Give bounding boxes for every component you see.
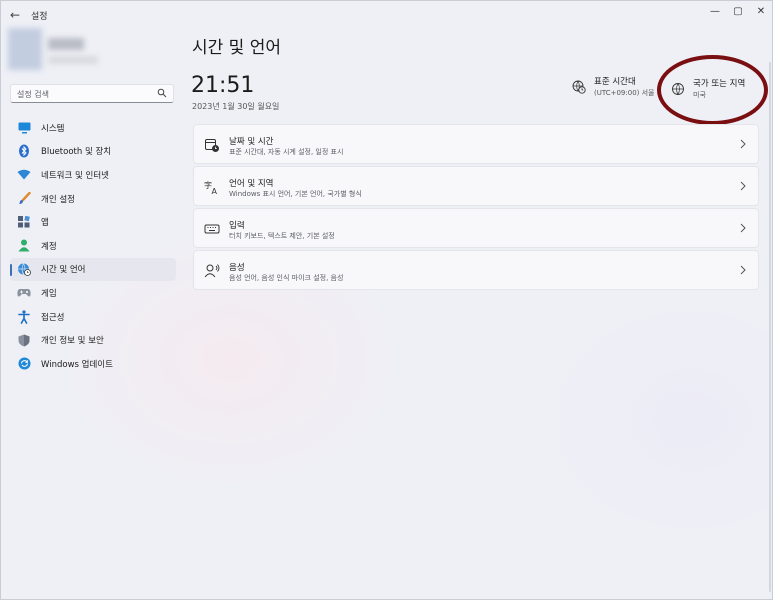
minimize-button[interactable]: — [703,3,727,21]
person-icon [16,238,32,254]
sidebar-item-network[interactable]: 네트워크 및 인터넷 [10,163,176,187]
sidebar-item-label: 개인 설정 [41,194,75,205]
sidebar-item-accounts[interactable]: 계정 [10,234,176,258]
sidebar-item-personalization[interactable]: 개인 설정 [10,187,176,211]
brush-icon [16,191,32,207]
monitor-icon [16,120,32,136]
sidebar-item-label: 계정 [41,241,57,252]
card-subtitle: 음성 언어, 음성 인식 마이크 설정, 음성 [229,274,344,282]
sidebar-item-label: 시간 및 언어 [41,265,86,276]
user-profile[interactable] [8,28,100,72]
settings-cards: 날짜 및 시간 표준 시간대, 자동 시계 설정, 일정 표시 字 A 언어 및… [193,124,759,292]
app-title: 설정 [31,12,48,22]
avatar [8,28,42,70]
sidebar-item-label: 시스템 [41,123,65,134]
sidebar-item-apps[interactable]: 앱 [10,210,176,234]
maximize-button[interactable]: ▢ [726,3,750,21]
scrollbar[interactable] [769,62,771,592]
search-input[interactable] [17,88,157,100]
shield-icon [16,332,32,348]
chevron-right-icon [740,265,746,275]
sidebar-item-label: 네트워크 및 인터넷 [41,170,109,181]
title-bar: ← 설정 — ▢ ✕ [0,0,773,30]
globe-clock-icon [572,80,586,94]
globe-clock-icon [16,261,32,277]
bluetooth-icon [16,143,32,159]
sidebar-item-time-language[interactable]: 시간 및 언어 [10,257,176,282]
card-language-region[interactable]: 字 A 언어 및 지역 Windows 표시 언어, 기본 언어, 국가별 형식 [193,166,759,206]
back-button[interactable]: ← [6,7,24,23]
sidebar-item-label: 접근성 [41,312,65,323]
back-arrow-icon: ← [9,8,21,22]
accessibility-icon [16,309,32,325]
card-subtitle: Windows 표시 언어, 기본 언어, 국가별 형식 [229,190,362,198]
chevron-right-icon [740,139,746,149]
sidebar-item-label: 게임 [41,288,57,299]
sidebar-nav: 시스템 Bluetooth 및 장치 네트워크 및 인터넷 개인 설정 앱 계정 [10,116,176,376]
card-title: 언어 및 지역 [229,179,274,189]
card-subtitle: 터치 키보드, 텍스트 제안, 기본 설정 [229,232,335,240]
account-email-redacted [48,56,98,64]
close-button[interactable]: ✕ [749,3,773,21]
sidebar-item-accessibility[interactable]: 접근성 [10,305,176,329]
account-name-redacted [48,38,84,50]
card-date-time[interactable]: 날짜 및 시간 표준 시간대, 자동 시계 설정, 일정 표시 [193,124,759,164]
card-typing[interactable]: 입력 터치 키보드, 텍스트 제안, 기본 설정 [193,208,759,248]
search-icon [157,88,167,98]
update-icon [16,356,32,372]
sidebar-item-system[interactable]: 시스템 [10,116,176,140]
card-title: 입력 [229,221,245,231]
speech-icon [204,264,220,278]
timezone-value: (UTC+09:00) 서울 [594,89,655,97]
current-date: 2023년 1월 30일 월요일 [192,102,280,111]
current-time: 21:51 [191,73,255,98]
chevron-right-icon [740,223,746,233]
calendar-clock-icon [205,139,219,152]
sidebar-item-bluetooth[interactable]: Bluetooth 및 장치 [10,140,176,164]
apps-icon [16,214,32,230]
sidebar-item-label: 앱 [41,218,49,229]
gamepad-icon [16,285,32,301]
card-subtitle: 표준 시간대, 자동 시계 설정, 일정 표시 [229,148,344,156]
keyboard-icon [204,224,220,234]
wifi-icon [16,167,32,183]
language-icon: 字 A [204,180,218,195]
page-title: 시간 및 언어 [192,38,282,58]
sidebar-item-label: Bluetooth 및 장치 [41,147,112,158]
svg-text:A: A [212,187,218,195]
card-title: 음성 [229,263,245,273]
sidebar-item-label: Windows 업데이트 [41,359,113,370]
card-title: 날짜 및 시간 [229,137,274,147]
timezone-title: 표준 시간대 [594,77,636,87]
chevron-right-icon [740,181,746,191]
search-box[interactable] [10,84,174,103]
sidebar-item-windows-update[interactable]: Windows 업데이트 [10,352,176,376]
sidebar-item-privacy[interactable]: 개인 정보 및 보안 [10,328,176,352]
sidebar-item-gaming[interactable]: 게임 [10,281,176,305]
timezone-shortcut[interactable]: 표준 시간대 (UTC+09:00) 서울 [572,76,654,99]
card-speech[interactable]: 음성 음성 언어, 음성 인식 마이크 설정, 음성 [193,250,759,290]
sidebar-item-label: 개인 정보 및 보안 [41,336,104,347]
highlight-annotation-ring [657,55,768,125]
